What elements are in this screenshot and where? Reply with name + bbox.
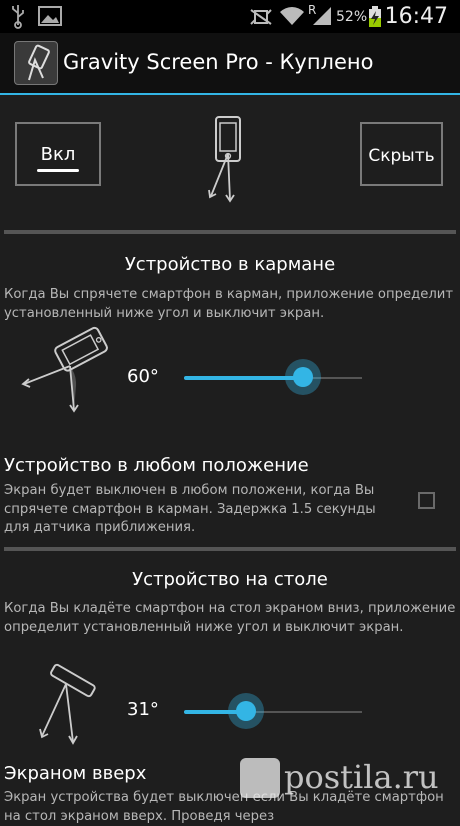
pocket-title: Устройство в кармане xyxy=(124,254,336,275)
status-bar: R 52% 16:47 xyxy=(0,0,460,33)
action-bar: Gravity Screen Pro - Куплено xyxy=(0,33,460,95)
signal-icon xyxy=(313,7,331,25)
image-icon xyxy=(38,6,62,26)
on-toggle-button[interactable]: Вкл xyxy=(15,122,101,186)
phone-gravity-icon xyxy=(208,116,241,203)
table-description: Когда Вы кладёте смартфон на стол экрано… xyxy=(4,601,456,635)
pocket-angle-slider[interactable] xyxy=(180,358,365,396)
hide-button-label: Скрыть xyxy=(368,146,435,166)
hide-button[interactable]: Скрыть xyxy=(360,122,443,186)
page-title: Gravity Screen Pro - Куплено xyxy=(63,50,374,74)
slider-thumb[interactable] xyxy=(285,359,321,395)
wifi-icon xyxy=(280,7,304,25)
battery-charging-icon xyxy=(369,6,381,27)
phone-in-pocket-icon xyxy=(21,326,108,413)
pocket-angle-value: 60° xyxy=(127,366,159,387)
slider-thumb[interactable] xyxy=(228,693,264,729)
usb-icon xyxy=(12,5,24,29)
battery-percent: 52% xyxy=(336,9,368,25)
face-up-title: Экраном вверх xyxy=(4,763,147,784)
section-divider xyxy=(4,547,456,551)
pocket-description: Когда Вы спрячете смартфон в карман, при… xyxy=(4,287,454,321)
app-icon[interactable] xyxy=(14,41,58,85)
table-angle-slider[interactable] xyxy=(180,692,365,730)
on-indicator xyxy=(37,169,79,172)
watermark-badge xyxy=(240,758,280,798)
section-divider xyxy=(4,230,456,234)
any-position-title: Устройство в любом положение xyxy=(4,455,309,476)
clock: 16:47 xyxy=(384,4,448,29)
on-toggle-label: Вкл xyxy=(40,144,76,165)
table-title: Устройство на столе xyxy=(132,569,328,590)
watermark-logo: postila.ru xyxy=(240,758,445,818)
table-angle-value: 31° xyxy=(127,699,159,720)
mute-icon xyxy=(250,9,272,25)
any-position-description: Экран будет выключен в любом положени, к… xyxy=(4,483,376,535)
any-position-checkbox[interactable] xyxy=(418,492,435,509)
app-logo-icon xyxy=(28,44,50,81)
phone-on-table-icon xyxy=(39,663,96,745)
watermark-text: postila.ru xyxy=(284,758,439,796)
